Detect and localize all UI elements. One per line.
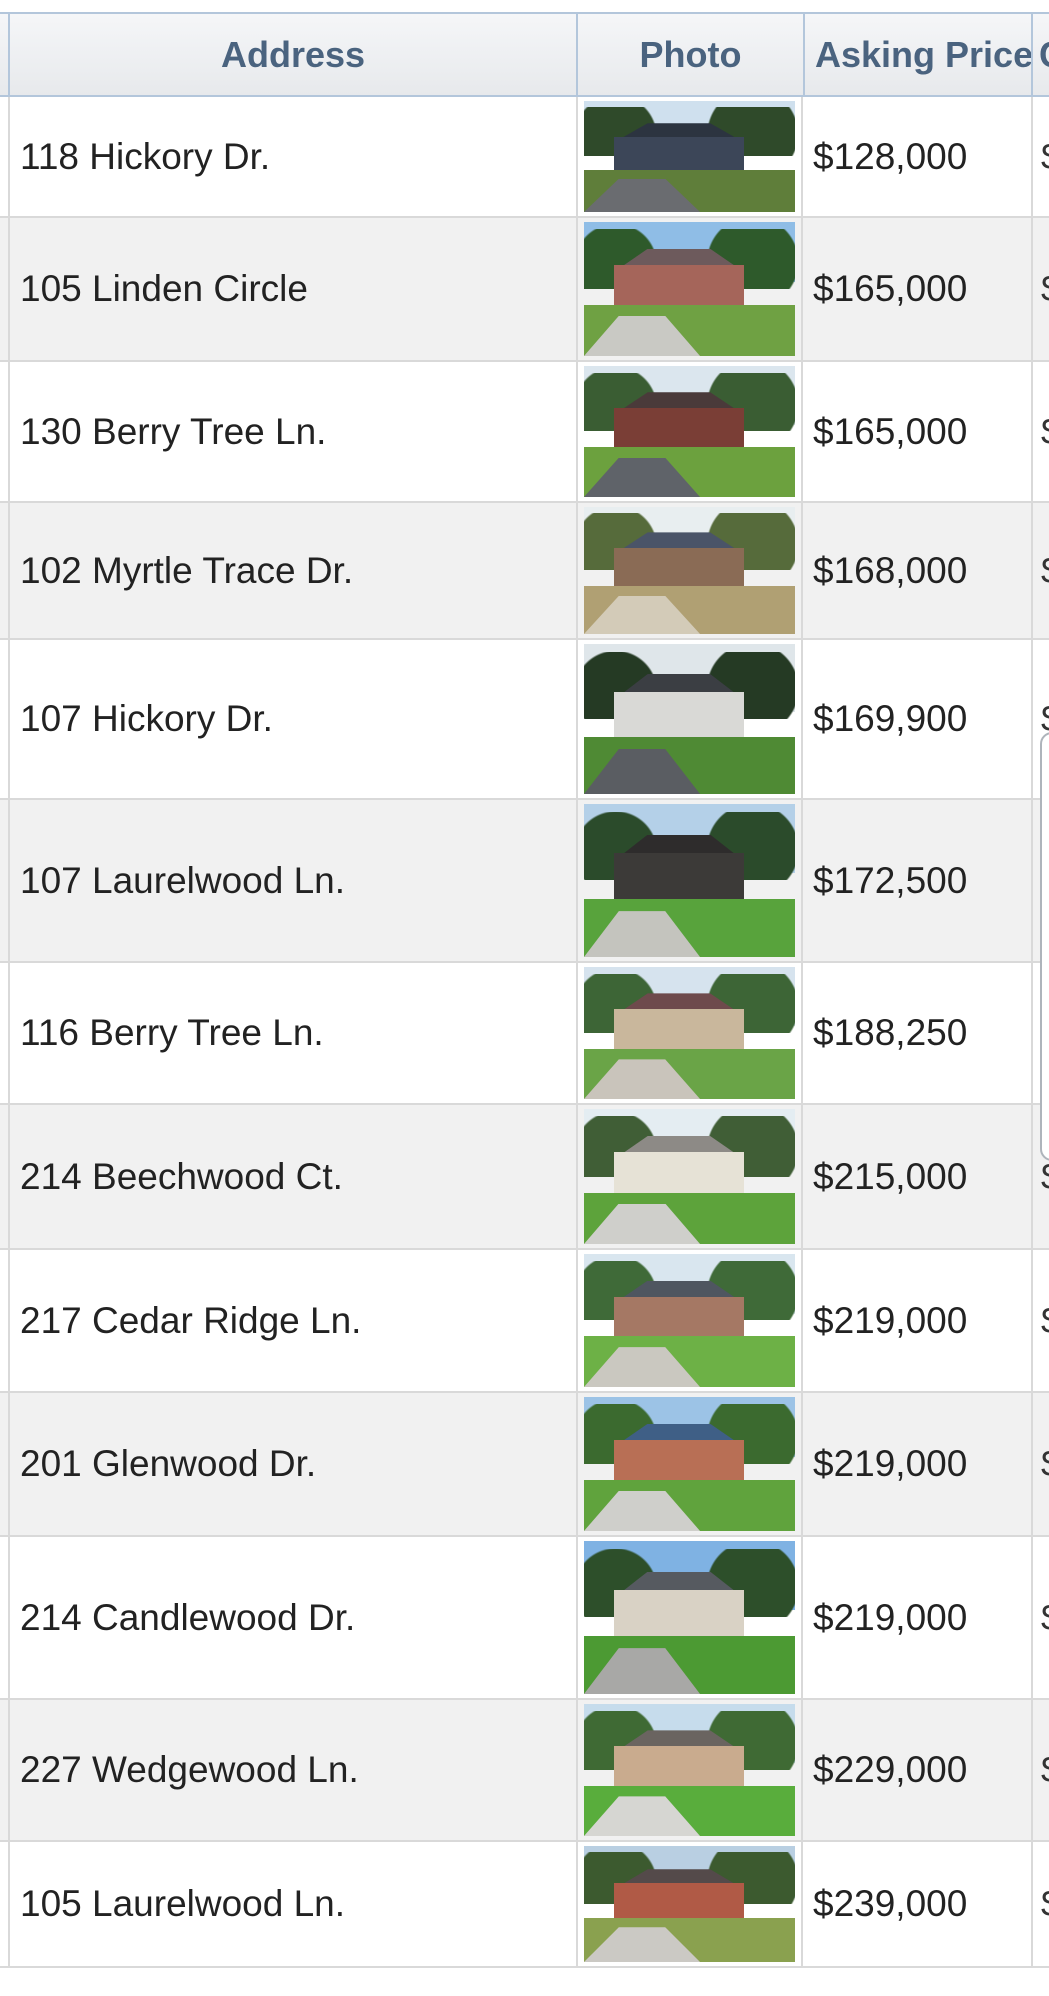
next-column-cell: $ xyxy=(1031,97,1049,216)
table-row[interactable]: 118 Hickory Dr. $128,000 $ xyxy=(0,97,1049,218)
photo-cell xyxy=(576,97,803,216)
asking-price-cell: $215,000 xyxy=(813,1155,968,1197)
next-column-cell: $ xyxy=(1031,503,1049,638)
table-row[interactable]: 116 Berry Tree Ln. $188,250 xyxy=(0,963,1049,1105)
next-column-cell: $ xyxy=(1031,1537,1049,1698)
photo-cell xyxy=(576,1537,803,1698)
asking-price-cell: $172,500 xyxy=(813,859,968,901)
asking-price-cell: $219,000 xyxy=(813,1299,968,1341)
column-header-asking-price[interactable]: Asking Price xyxy=(803,14,1031,95)
address-cell: 214 Candlewood Dr. xyxy=(8,1537,576,1698)
address-cell: 201 Glenwood Dr. xyxy=(8,1393,576,1535)
column-header-next[interactable]: C xyxy=(1031,14,1049,95)
asking-price-cell: $219,000 xyxy=(813,1443,968,1484)
address-cell: 130 Berry Tree Ln. xyxy=(8,362,576,501)
table-row[interactable]: 105 Linden Circle $165,000 $ xyxy=(0,218,1049,362)
next-column-cell: $ xyxy=(1031,1842,1049,1966)
address-cell: 227 Wedgewood Ln. xyxy=(8,1700,576,1840)
table-row[interactable]: 107 Hickory Dr.$169,900$ xyxy=(0,640,1049,800)
asking-price-cell: $128,000 xyxy=(813,135,968,177)
next-column-cell: $ xyxy=(1031,1393,1049,1535)
property-photo[interactable] xyxy=(584,1397,795,1531)
next-column-cell: $ xyxy=(1031,1700,1049,1840)
property-photo[interactable] xyxy=(584,366,795,497)
property-photo[interactable] xyxy=(584,967,795,1099)
popup-panel-edge xyxy=(1040,732,1049,1161)
photo-cell xyxy=(576,1393,803,1535)
photo-cell xyxy=(576,1250,803,1391)
asking-price-cell: $168,000 xyxy=(813,549,968,591)
photo-cell xyxy=(576,640,803,798)
address-cell: 214 Beechwood Ct. xyxy=(8,1105,576,1248)
photo-cell xyxy=(576,963,803,1103)
property-photo[interactable] xyxy=(584,804,795,957)
photo-cell xyxy=(576,1700,803,1840)
address-cell: 107 Hickory Dr. xyxy=(8,640,576,798)
photo-cell xyxy=(576,503,803,638)
photo-cell xyxy=(576,218,803,360)
property-photo[interactable] xyxy=(584,101,795,212)
asking-price-cell: $229,000 xyxy=(813,1749,968,1790)
address-cell: 116 Berry Tree Ln. xyxy=(8,963,576,1103)
property-photo[interactable] xyxy=(584,1254,795,1387)
table-row[interactable]: 102 Myrtle Trace Dr. $168,000 $ xyxy=(0,503,1049,640)
next-column-cell: $ xyxy=(1031,218,1049,360)
photo-cell xyxy=(576,800,803,961)
property-photo[interactable] xyxy=(584,644,795,794)
property-photo[interactable] xyxy=(584,1704,795,1836)
address-cell: 217 Cedar Ridge Ln. xyxy=(8,1250,576,1391)
table-row[interactable]: 107 Laurelwood Ln. $172,500 xyxy=(0,800,1049,963)
asking-price-cell: $165,000 xyxy=(813,268,968,309)
address-cell: 107 Laurelwood Ln. xyxy=(8,800,576,961)
property-photo[interactable] xyxy=(584,1541,795,1694)
asking-price-cell: $219,000 xyxy=(813,1596,968,1638)
table-row[interactable]: 130 Berry Tree Ln. $165,000 $ xyxy=(0,362,1049,503)
property-photo[interactable] xyxy=(584,1846,795,1962)
address-cell: 105 Linden Circle xyxy=(8,218,576,360)
photo-cell xyxy=(576,1105,803,1248)
table-row[interactable]: 214 Candlewood Dr. $219,000 $ xyxy=(0,1537,1049,1700)
photo-cell xyxy=(576,1842,803,1966)
property-photo[interactable] xyxy=(584,507,795,634)
next-column-cell: $ xyxy=(1031,1250,1049,1391)
table-header: Address Photo Asking Price C xyxy=(0,12,1049,97)
asking-price-cell: $165,000 xyxy=(813,410,968,452)
table-row[interactable]: 217 Cedar Ridge Ln. $219,000 $ xyxy=(0,1250,1049,1393)
address-cell: 102 Myrtle Trace Dr. xyxy=(8,503,576,638)
property-photo[interactable] xyxy=(584,1109,795,1244)
asking-price-cell: $239,000 xyxy=(813,1883,968,1924)
asking-price-cell: $188,250 xyxy=(813,1012,968,1053)
next-column-cell: $ xyxy=(1031,362,1049,501)
address-cell: 118 Hickory Dr. xyxy=(8,97,576,216)
photo-cell xyxy=(576,362,803,501)
table-row[interactable]: 214 Beechwood Ct.$215,000$ xyxy=(0,1105,1049,1250)
column-header-address[interactable]: Address xyxy=(8,14,576,95)
table-row[interactable]: 105 Laurelwood Ln. $239,000 $ xyxy=(0,1842,1049,1968)
table-row[interactable]: 227 Wedgewood Ln. $229,000 $ xyxy=(0,1700,1049,1842)
address-cell: 105 Laurelwood Ln. xyxy=(8,1842,576,1966)
table-row[interactable]: 201 Glenwood Dr. $219,000 $ xyxy=(0,1393,1049,1537)
column-header-photo[interactable]: Photo xyxy=(576,14,803,95)
asking-price-cell: $169,900 xyxy=(813,698,968,739)
property-photo[interactable] xyxy=(584,222,795,356)
